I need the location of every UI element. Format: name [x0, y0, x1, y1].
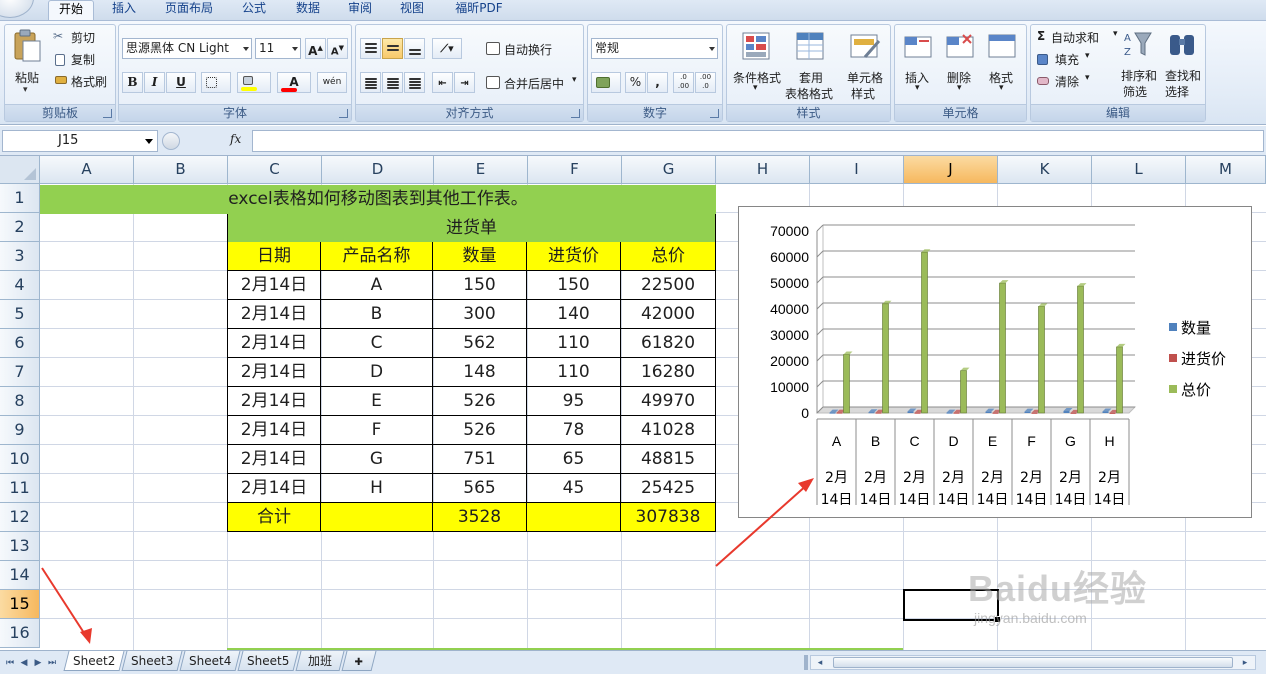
horizontal-scrollbar[interactable]: ◂ ▸: [810, 655, 1256, 670]
tab-split-handle[interactable]: [804, 655, 808, 670]
sheet-tab-label: 加班: [307, 654, 332, 668]
insert-sheet-button[interactable]: ✚: [341, 651, 377, 671]
next-sheet-icon[interactable]: ▶: [32, 657, 44, 669]
baidu-watermark: Baidu经验 jingyan.baidu.com: [968, 560, 1208, 640]
sheet-tab-sheet4[interactable]: Sheet4: [179, 651, 241, 671]
sheet-tab-label: Sheet4: [188, 654, 232, 668]
sheet-tab-label: Sheet3: [130, 654, 174, 668]
scroll-right-icon[interactable]: ▸: [1239, 657, 1251, 669]
sheet-tab-sheet2[interactable]: Sheet2: [63, 651, 125, 671]
last-sheet-icon[interactable]: ⏭: [46, 657, 58, 669]
scroll-left-icon[interactable]: ◂: [814, 657, 826, 669]
sheet-tab-label: Sheet2: [72, 654, 116, 668]
red-arrow-to-sheet-tab: [41, 567, 87, 637]
prev-sheet-icon[interactable]: ◀: [18, 657, 30, 669]
watermark-url: jingyan.baidu.com: [974, 610, 1087, 626]
sheet-tab-bar: ⏮ ◀ ▶ ⏭ Sheet2 Sheet3 Sheet4 Sheet5 加班 ✚…: [0, 650, 1266, 674]
new-sheet-icon: ✚: [354, 657, 363, 668]
watermark-brand: Baidu经验: [968, 568, 1148, 609]
sheet-tab-sheet3[interactable]: Sheet3: [121, 651, 183, 671]
first-sheet-icon[interactable]: ⏮: [4, 657, 16, 669]
sheet-tab-label: Sheet5: [246, 654, 290, 668]
sheet-tab-sheet5[interactable]: Sheet5: [237, 651, 299, 671]
red-arrow-to-chart: [715, 483, 809, 567]
scrollbar-thumb[interactable]: [833, 657, 1233, 668]
sheet-tab-overtime[interactable]: 加班: [295, 651, 345, 671]
